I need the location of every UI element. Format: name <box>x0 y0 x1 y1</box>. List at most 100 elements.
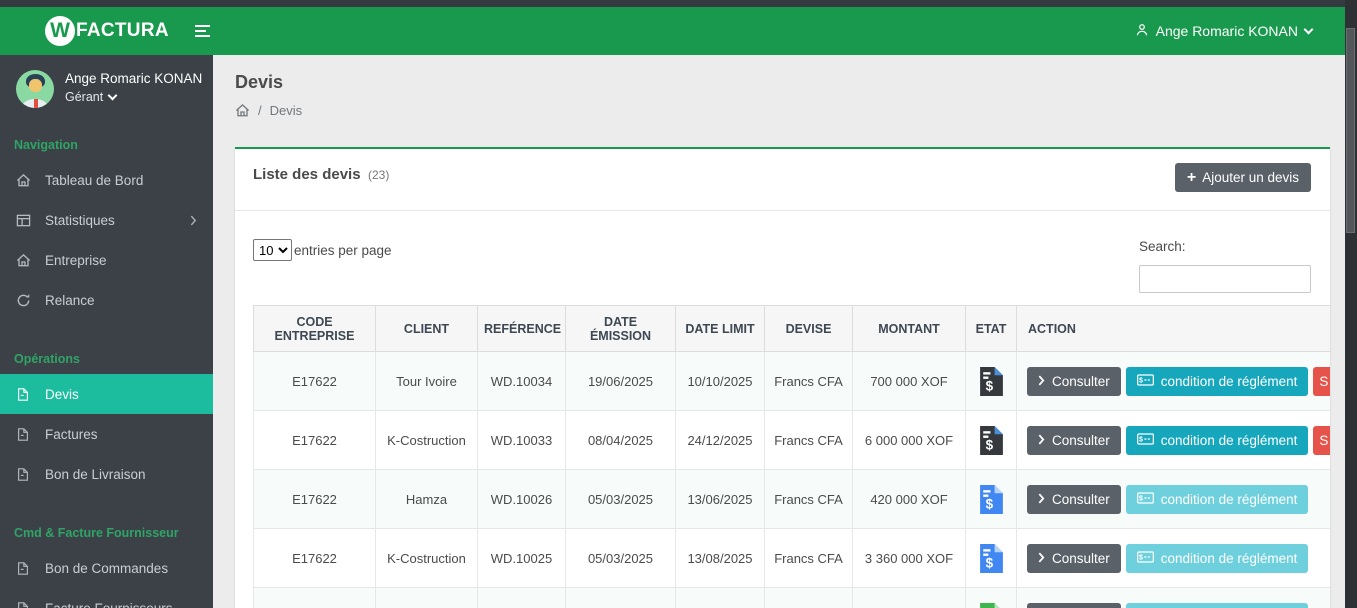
sidebar-item-devis[interactable]: Devis <box>0 374 213 414</box>
cell-date_emission: 19/06/2025 <box>565 351 676 411</box>
column-header-reference: REFÉRENCE <box>477 305 566 352</box>
topbar-user-menu[interactable]: Ange Romaric KONAN <box>1135 23 1314 40</box>
vertical-scrollbar[interactable] <box>1345 0 1357 608</box>
sidebar-user-panel: Ange Romaric KONAN Gérant <box>0 55 213 120</box>
devis-table: CODE ENTREPRISE CLIENT REFÉRENCE DATE ÉMISS… <box>253 305 1330 608</box>
sidebar-nav: Navigation Tableau de Bord Statistiques Ent… <box>0 120 213 608</box>
file-icon <box>15 467 31 482</box>
cell-montant: 420 000 XOF <box>852 469 966 529</box>
sidebar: Ange Romaric KONAN Gérant Navigation Tabl… <box>0 55 213 608</box>
condition-reglement-button[interactable]: $condition de réglément <box>1125 425 1309 455</box>
cell-devise: Francs CFA <box>764 351 853 411</box>
sidebar-item-factures[interactable]: Factures <box>0 414 213 454</box>
cell-code: E17622 <box>253 587 376 608</box>
top-navbar: W FACTURA Ange Romaric KONAN <box>0 7 1357 55</box>
main-content: Devis / Devis Liste des devis (23) + Ajo… <box>213 55 1345 608</box>
home-icon[interactable] <box>235 103 250 118</box>
search-label: Search: <box>1139 239 1186 254</box>
cell-code: E17622 <box>253 528 376 588</box>
scrollbar-thumb[interactable] <box>1346 28 1355 233</box>
column-header-etat: ETAT <box>965 305 1017 352</box>
home-icon <box>15 253 31 268</box>
cell-date_limit: 24/12/2025 <box>675 410 765 470</box>
money-check-icon: $ <box>1136 550 1154 566</box>
devis-list-card: Liste des devis (23) + Ajouter un devis … <box>235 147 1330 608</box>
cell-date_emission: 05/03/2025 <box>565 528 676 588</box>
cell-action: Consulter $ condition de réglément S <box>1016 351 1330 411</box>
svg-text:$: $ <box>985 378 993 393</box>
svg-text:$: $ <box>985 555 993 570</box>
sidebar-item-relance[interactable]: Relance <box>0 280 213 320</box>
sidebar-item-label: Relance <box>45 292 95 308</box>
money-check-icon: $ <box>1136 373 1154 389</box>
consulter-button[interactable]: Consulter <box>1027 602 1121 608</box>
app-logo[interactable]: W FACTURA <box>0 16 169 46</box>
sidebar-item-label: Entreprise <box>45 252 107 268</box>
table-row: E17622 K-Costruction WD.10033 08/04/2025 24/… <box>253 410 1330 470</box>
sidebar-toggle-icon[interactable] <box>194 25 210 37</box>
page-title: Devis <box>235 72 284 92</box>
sidebar-item-statistiques[interactable]: Statistiques <box>0 200 213 240</box>
chevron-right-icon <box>1038 551 1045 566</box>
cell-date_limit: 10/10/2025 <box>675 351 765 411</box>
condition-reglement-button[interactable]: $condition de réglément <box>1125 366 1309 396</box>
entries-per-page-select[interactable]: 10 <box>253 239 292 261</box>
consulter-button[interactable]: Consulter <box>1027 425 1121 455</box>
search-box: Search: <box>1139 239 1311 293</box>
cell-montant: 375 000 XOF <box>852 587 966 608</box>
plus-icon: + <box>1186 169 1197 186</box>
cell-code: E17622 <box>253 351 376 411</box>
consulter-button[interactable]: Consulter <box>1027 366 1121 396</box>
condition-reglement-button[interactable]: $condition de réglément <box>1125 602 1309 608</box>
supprimer-button[interactable]: S <box>1313 425 1330 455</box>
cell-montant: 700 000 XOF <box>852 351 966 411</box>
column-header-action: ACTION <box>1016 305 1330 352</box>
card-count: (23) <box>368 168 390 182</box>
logo-circle-icon: W <box>45 16 75 46</box>
cell-date_limit: 13/08/2025 <box>675 528 765 588</box>
chevron-down-icon <box>107 90 118 101</box>
supprimer-button[interactable]: S <box>1313 366 1330 396</box>
invoice-dollar-icon: $ <box>979 543 1003 573</box>
sidebar-user-role[interactable]: Gérant <box>65 90 202 104</box>
add-devis-button[interactable]: + Ajouter un devis <box>1174 163 1311 192</box>
svg-text:$: $ <box>1139 376 1143 384</box>
chevron-right-icon <box>1038 492 1045 507</box>
sidebar-item-label: Devis <box>45 386 79 402</box>
column-header-devise: DEVISE <box>764 305 853 352</box>
cell-code: E17622 <box>253 410 376 470</box>
refresh-icon <box>15 293 31 308</box>
sidebar-item-tableau-de-bord[interactable]: Tableau de Bord <box>0 160 213 200</box>
sidebar-item-facture-fournisseurs[interactable]: Facture Fournisseurs <box>0 588 213 608</box>
entries-per-page-label: entries per page <box>294 242 392 258</box>
person-icon <box>1135 23 1149 40</box>
consulter-button[interactable]: Consulter <box>1027 543 1121 573</box>
cell-date_limit: 24/03/2025 <box>675 587 765 608</box>
cell-montant: 6 000 000 XOF <box>852 410 966 470</box>
invoice-dollar-icon: $ <box>979 425 1003 455</box>
consulter-button[interactable]: Consulter <box>1027 484 1121 514</box>
search-input[interactable] <box>1139 265 1311 293</box>
svg-text:$: $ <box>1139 494 1143 502</box>
card-header: Liste des devis (23) + Ajouter un devis <box>235 149 1330 211</box>
invoice-dollar-icon: $ <box>979 484 1003 514</box>
sidebar-item-bon-de-commandes[interactable]: Bon de Commandes <box>0 548 213 588</box>
svg-text:$: $ <box>985 437 993 452</box>
money-check-icon: $ <box>1136 432 1154 448</box>
file-icon <box>15 387 31 402</box>
file-icon <box>15 561 31 576</box>
sidebar-section-label: Opérations <box>14 352 80 366</box>
sidebar-item-label: Statistiques <box>45 212 115 228</box>
cell-date_emission: 05/03/2025 <box>565 469 676 529</box>
cell-reference: WD.10034 <box>477 351 566 411</box>
logo-text: FACTURA <box>76 20 169 41</box>
cell-devise: Francs CFA <box>764 469 853 529</box>
topbar-user-name: Ange Romaric KONAN <box>1155 23 1298 39</box>
condition-reglement-button[interactable]: $condition de réglément <box>1125 543 1309 573</box>
condition-reglement-button[interactable]: $condition de réglément <box>1125 484 1309 514</box>
sidebar-item-bon-de-livraison[interactable]: Bon de Livraison <box>0 454 213 494</box>
cell-devise: Francs CFA <box>764 410 853 470</box>
top-strip <box>0 0 1357 7</box>
avatar <box>16 70 54 108</box>
sidebar-item-entreprise[interactable]: Entreprise <box>0 240 213 280</box>
